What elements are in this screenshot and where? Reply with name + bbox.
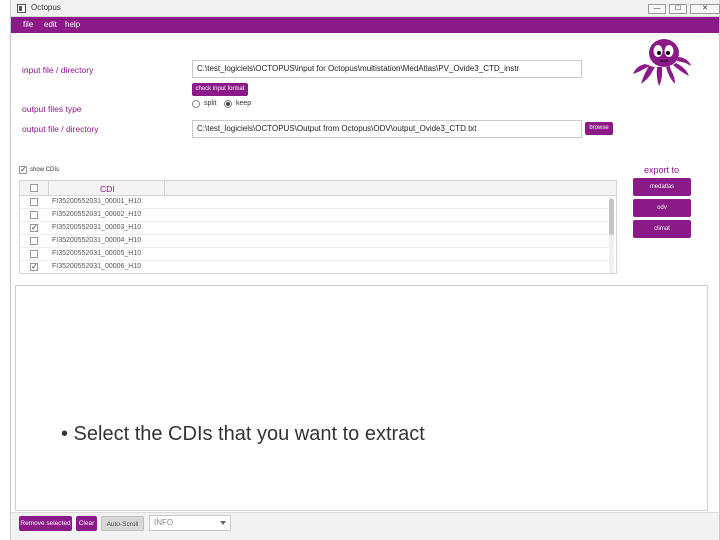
close-button[interactable]: ✕ <box>690 4 720 14</box>
radio-split-label: split <box>204 100 217 107</box>
row-checkbox[interactable]: ✓ <box>30 263 38 271</box>
output-file-field[interactable]: C:\test_logiciels\OCTOPUS\Output from Oc… <box>192 120 582 138</box>
output-type-label: output files type <box>22 104 82 114</box>
header-divider <box>48 181 49 196</box>
show-cdis-label: show CDIs <box>30 167 60 173</box>
cdi-table: CDI FI35200552031_00001_H10 FI3520055203… <box>19 180 617 274</box>
show-cdis-checkbox[interactable]: ✓ <box>19 166 27 174</box>
table-row[interactable]: ✓ FI35200552031_00006_H10 <box>20 261 610 273</box>
export-medatlas-button[interactable]: medatlas <box>633 178 691 196</box>
menu-file[interactable]: file <box>23 20 33 29</box>
cdi-cell: FI35200552031_00002_H10 <box>52 211 142 218</box>
input-file-field[interactable]: C:\test_logiciels\OCTOPUS\input for Octo… <box>192 60 582 78</box>
octopus-logo <box>633 39 691 86</box>
header-divider <box>164 181 165 196</box>
table-row[interactable]: FI35200552031_00004_H10 <box>20 235 610 248</box>
check-input-format-button[interactable]: check input format <box>192 83 248 96</box>
app-icon <box>17 4 26 13</box>
table-row[interactable]: FI35200552031_00001_H10 <box>20 196 610 209</box>
clear-button[interactable]: Clear <box>76 516 97 531</box>
menu-edit[interactable]: edit <box>44 20 57 29</box>
maximize-button[interactable]: ☐ <box>669 4 687 14</box>
cdi-column-header[interactable]: CDI <box>100 184 115 194</box>
export-odv-button[interactable]: odv <box>633 199 691 217</box>
output-file-label: output file / directory <box>22 124 99 134</box>
table-row[interactable]: FI35200552031_00002_H10 <box>20 209 610 222</box>
log-pane[interactable] <box>15 285 708 511</box>
browse-button[interactable]: browse <box>585 122 613 135</box>
menu-help[interactable]: help <box>65 20 80 29</box>
cdi-cell: FI35200552031_00003_H10 <box>52 224 142 231</box>
scrollbar-thumb[interactable] <box>609 199 614 235</box>
row-checkbox[interactable]: ✓ <box>30 224 38 232</box>
radio-keep-label: keep <box>236 100 252 107</box>
app-window: Octopus — ☐ ✕ file edit help input file … <box>10 0 720 540</box>
log-level-select[interactable]: INFO <box>149 515 231 531</box>
radio-split[interactable] <box>192 100 200 108</box>
table-row[interactable]: ✓ FI35200552031_00003_H10 <box>20 222 610 235</box>
table-row[interactable]: FI35200552031_00005_H10 <box>20 248 610 261</box>
minimize-button[interactable]: — <box>648 4 666 14</box>
log-level-value: INFO <box>154 518 174 527</box>
export-climat-button[interactable]: climat <box>633 220 691 238</box>
remove-selected-button[interactable]: Remove selected <box>19 516 72 531</box>
auto-scroll-toggle[interactable]: Auto-Scroll <box>101 516 144 531</box>
cdi-cell: FI35200552031_00006_H10 <box>52 263 142 270</box>
instruction-caption: • Select the CDIs that you want to extra… <box>61 423 425 445</box>
chevron-down-icon <box>220 521 226 525</box>
input-file-label: input file / directory <box>22 65 94 75</box>
window-title: Octopus <box>31 3 61 12</box>
cdi-cell: FI35200552031_00004_H10 <box>52 237 142 244</box>
row-checkbox[interactable] <box>30 198 38 206</box>
select-all-checkbox[interactable] <box>30 184 38 192</box>
title-bar: Octopus — ☐ ✕ <box>11 0 720 17</box>
row-checkbox[interactable] <box>30 237 38 245</box>
table-scrollbar[interactable] <box>609 197 614 273</box>
export-to-label: export to <box>644 165 680 175</box>
menu-bar: file edit help <box>11 17 719 33</box>
row-checkbox[interactable] <box>30 250 38 258</box>
cdi-cell: FI35200552031_00005_H10 <box>52 250 142 257</box>
radio-keep[interactable] <box>224 100 232 108</box>
cdi-cell: FI35200552031_00001_H10 <box>52 198 142 205</box>
row-checkbox[interactable] <box>30 211 38 219</box>
table-header: CDI <box>20 181 616 196</box>
